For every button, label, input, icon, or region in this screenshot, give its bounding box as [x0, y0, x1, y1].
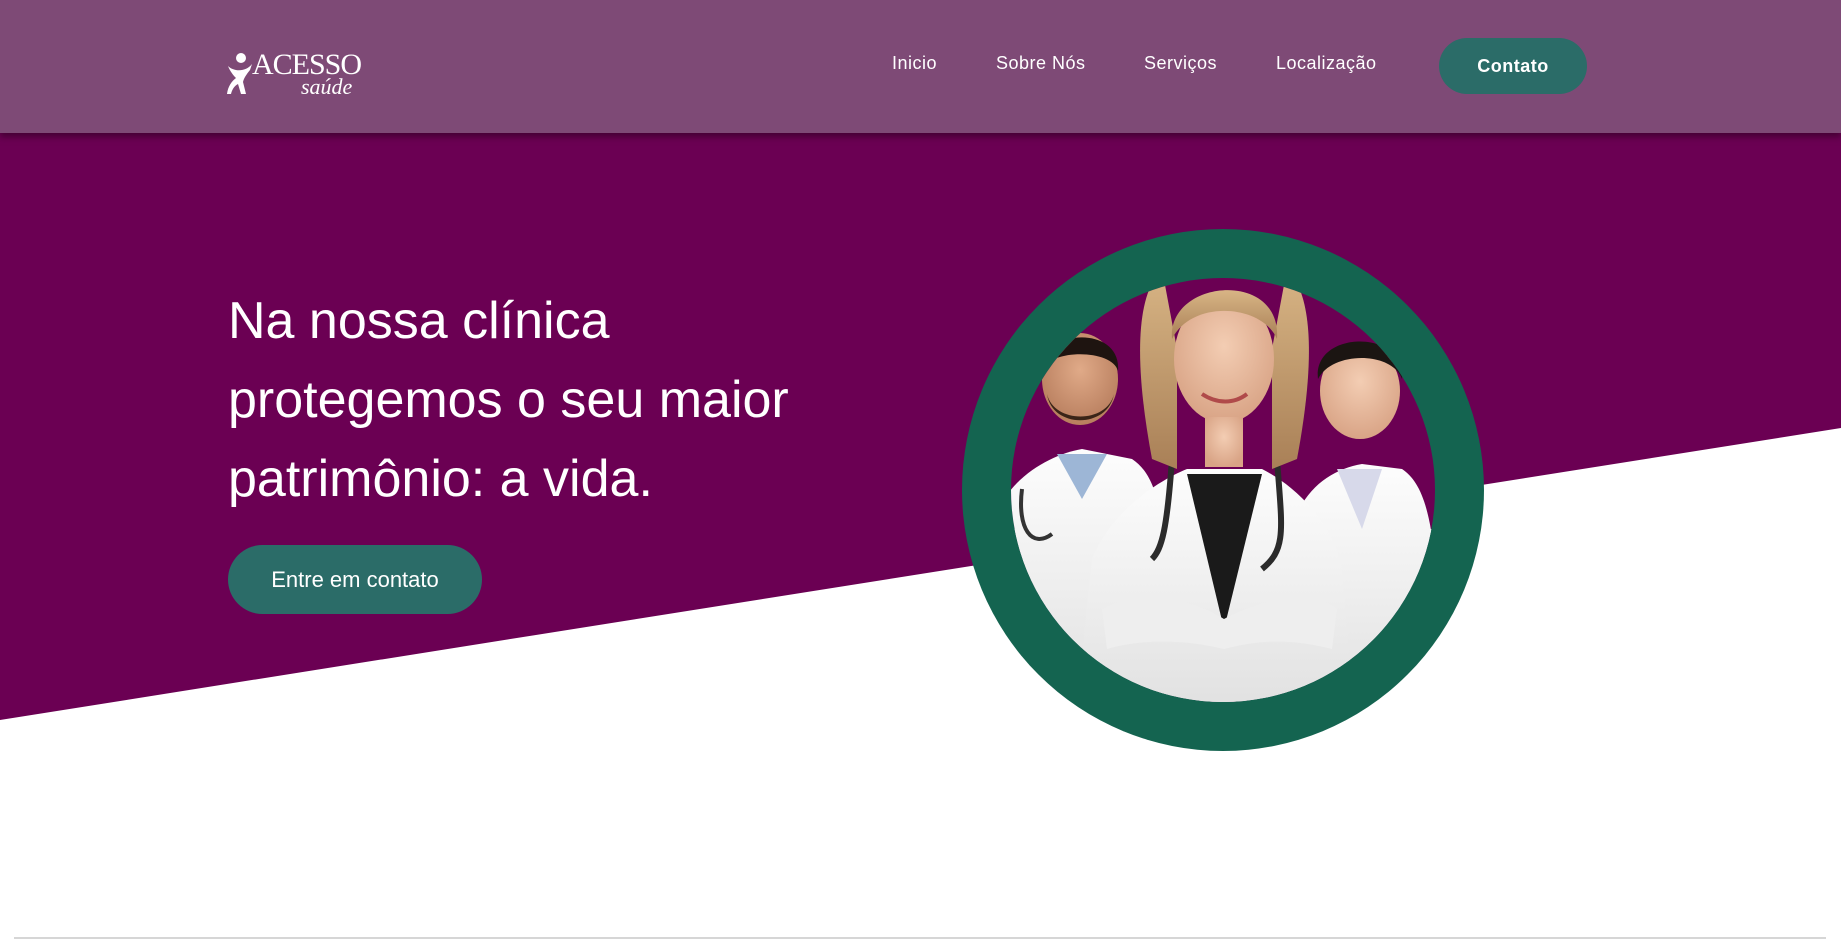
nav-link-servicos[interactable]: Serviços: [1144, 52, 1217, 74]
contact-nav-button[interactable]: Contato: [1439, 38, 1587, 94]
hero-headline-line: patrimônio: a vida.: [228, 450, 653, 508]
nav-link-sobre-nos[interactable]: Sobre Nós: [996, 52, 1086, 74]
person-logo-icon: [227, 53, 252, 94]
hero-headline-line: Na nossa clínica: [228, 292, 610, 350]
nav-link-inicio[interactable]: Inicio: [892, 52, 937, 74]
nav-link-localizacao[interactable]: Localização: [1276, 52, 1377, 74]
logo-tagline: saúde: [301, 74, 353, 99]
acesso-saude-logo[interactable]: ACESSO saúde: [226, 48, 366, 98]
top-navbar: ACESSO saúde Inicio Sobre Nós Serviços L…: [0, 0, 1841, 133]
hero-headline: Na nossa clínica protegemos o seu maior …: [228, 282, 928, 519]
doctors-team-photo: [962, 229, 1484, 751]
hero-headline-line: protegemos o seu maior: [228, 371, 789, 429]
entre-em-contato-button[interactable]: Entre em contato: [228, 545, 482, 614]
page-divider: [14, 937, 1826, 939]
